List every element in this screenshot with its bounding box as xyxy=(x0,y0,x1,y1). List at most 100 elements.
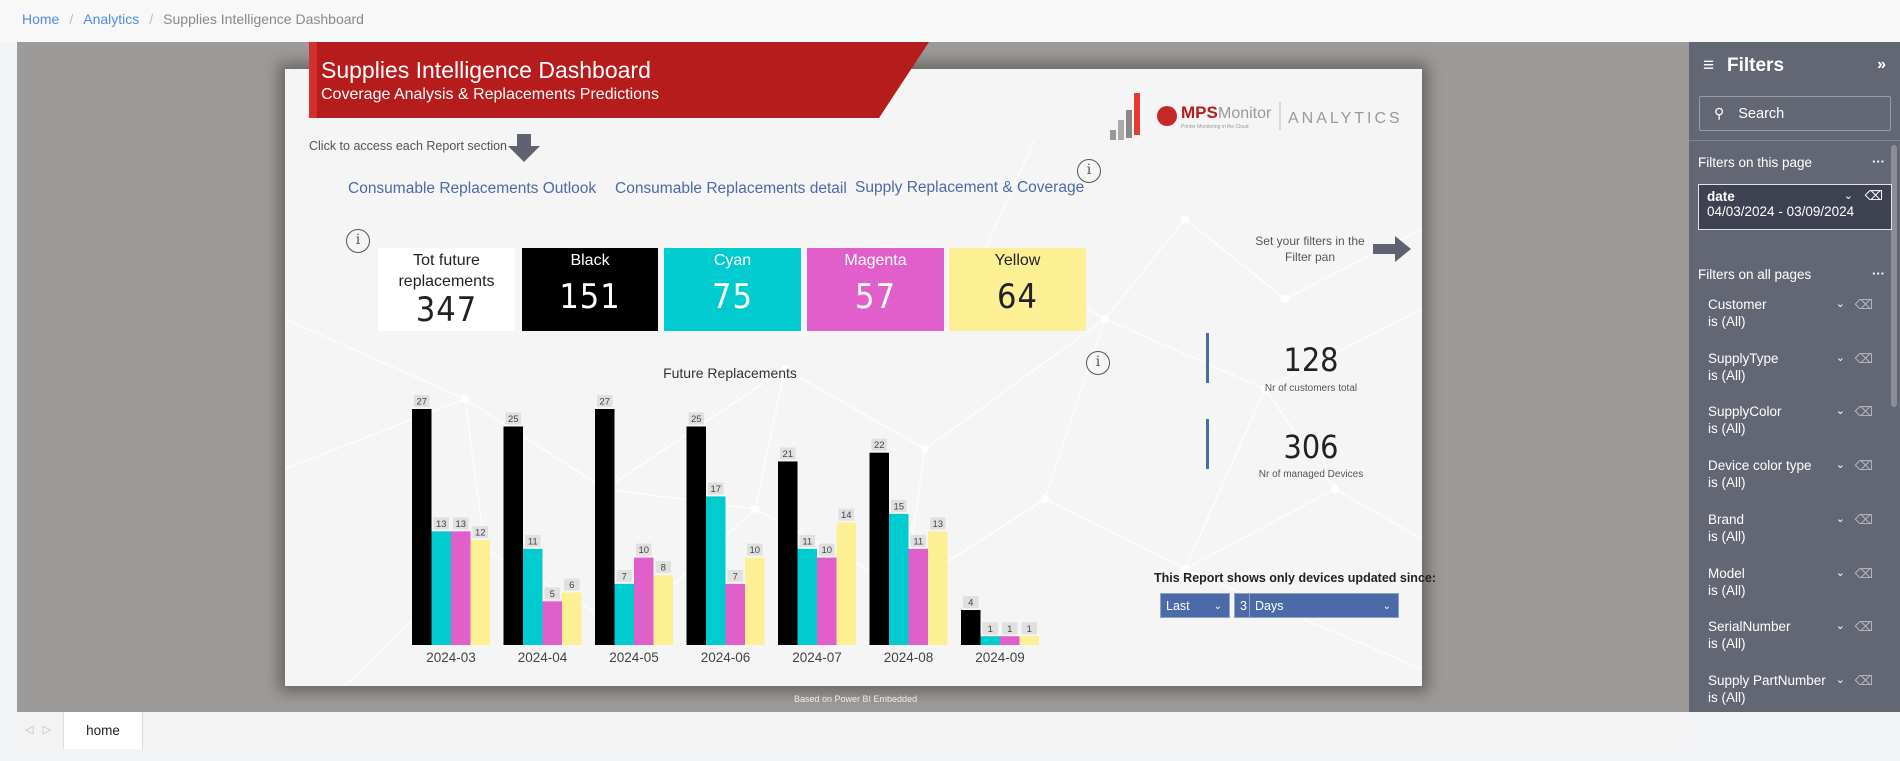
chevron-down-icon[interactable]: ⌄ xyxy=(1836,565,1845,582)
bar-black-2024-06[interactable] xyxy=(686,426,707,645)
clear-filter-icon[interactable]: ⌫ xyxy=(1855,672,1873,689)
bar-magenta-2024-03[interactable] xyxy=(451,531,471,645)
bar-magenta-2024-04[interactable] xyxy=(542,601,563,645)
nav-link-replacements-outlook[interactable]: Consumable Replacements Outlook xyxy=(348,180,596,198)
filter-card-device-color-type[interactable]: Device color type is (All) ⌄ ⌫ xyxy=(1708,457,1883,491)
filter-value: is (All) xyxy=(1708,582,1746,598)
kpi-cyan: Cyan 75 xyxy=(664,248,801,331)
bar-cyan-2024-08[interactable] xyxy=(889,513,909,645)
bar-yellow-2024-08[interactable] xyxy=(928,531,948,645)
bar-yellow-2024-09[interactable] xyxy=(1019,636,1040,645)
clear-filter-icon[interactable]: ⌫ xyxy=(1855,457,1873,474)
chevron-down-icon[interactable]: ⌄ xyxy=(1836,618,1845,635)
kpi-label: Cyan xyxy=(713,252,752,269)
bar-yellow-2024-03[interactable] xyxy=(470,540,491,645)
filter-value: 04/03/2024 - 03/09/2024 xyxy=(1707,204,1855,219)
more-options-icon[interactable]: ··· xyxy=(1872,266,1885,281)
bar-black-2024-09[interactable] xyxy=(961,610,981,645)
breadcrumb-home[interactable]: Home xyxy=(22,11,59,27)
x-tick-label: 2024-08 xyxy=(884,650,934,665)
bar-black-2024-07[interactable] xyxy=(778,461,798,645)
mps-monitor-logo: MPS Monitor Printer Monitoring in the Cl… xyxy=(1110,93,1403,140)
chevron-down-icon[interactable]: ⌄ xyxy=(1836,296,1845,313)
bar-yellow-2024-07[interactable] xyxy=(836,522,857,645)
filter-value: is (All) xyxy=(1708,475,1746,491)
filter-card-model[interactable]: Model is (All) ⌄ ⌫ xyxy=(1708,565,1883,599)
chevron-down-icon[interactable]: ⌄ xyxy=(1836,350,1845,367)
bar-magenta-2024-05[interactable] xyxy=(634,557,654,645)
bar-magenta-2024-09[interactable] xyxy=(1000,636,1020,645)
bar-magenta-2024-07[interactable] xyxy=(817,557,837,645)
x-tick-label: 2024-05 xyxy=(609,650,659,665)
collapse-pane-icon[interactable]: » xyxy=(1877,56,1886,74)
filter-card-brand[interactable]: Brand is (All) ⌄ ⌫ xyxy=(1708,511,1883,545)
tab-home[interactable]: home xyxy=(63,712,143,749)
filter-card-supply-partnumber[interactable]: Supply PartNumber is (All) ⌄ ⌫ xyxy=(1708,672,1883,706)
bar-black-2024-03[interactable] xyxy=(412,409,432,645)
filter-card-serialnumber[interactable]: SerialNumber is (All) ⌄ ⌫ xyxy=(1708,618,1883,652)
info-icon[interactable]: i xyxy=(1077,159,1101,183)
filter-value: is (All) xyxy=(1708,689,1746,705)
filters-search-input[interactable]: ⚲ Search xyxy=(1699,96,1891,131)
info-icon[interactable]: i xyxy=(346,229,370,253)
data-label: 11 xyxy=(802,536,812,547)
filter-card-supplytype[interactable]: SupplyType is (All) ⌄ ⌫ xyxy=(1708,350,1883,384)
dashboard-subtitle: Coverage Analysis & Replacements Predict… xyxy=(321,86,659,103)
logo-brand-text: Monitor xyxy=(1218,105,1272,122)
nav-link-supply-coverage[interactable]: Supply Replacement & Coverage xyxy=(855,179,1084,197)
bar-magenta-2024-06[interactable] xyxy=(725,583,746,645)
bar-cyan-2024-06[interactable] xyxy=(706,496,726,645)
kpi-label: Tot future replacements xyxy=(398,252,495,290)
more-options-icon[interactable]: ··· xyxy=(1872,154,1885,169)
bar-black-2024-04[interactable] xyxy=(503,426,524,645)
stat-value: 128 xyxy=(1283,341,1339,379)
bar-cyan-2024-04[interactable] xyxy=(523,548,543,645)
data-label: 7 xyxy=(622,571,627,582)
info-icon[interactable]: i xyxy=(1086,351,1110,375)
bar-black-2024-08[interactable] xyxy=(869,452,890,645)
next-tab-icon[interactable]: ▷ xyxy=(43,724,51,736)
clear-filter-icon[interactable]: ⌫ xyxy=(1855,403,1873,420)
bar-yellow-2024-05[interactable] xyxy=(653,575,674,645)
chevron-down-icon[interactable]: ⌄ xyxy=(1836,672,1845,689)
chevron-down-icon[interactable]: ⌄ xyxy=(1844,189,1853,202)
filter-card-supplycolor[interactable]: SupplyColor is (All) ⌄ ⌫ xyxy=(1708,403,1883,437)
bar-cyan-2024-03[interactable] xyxy=(431,531,452,645)
previous-tab-icon[interactable]: ◁ xyxy=(25,724,33,736)
chevron-down-icon[interactable]: ⌄ xyxy=(1836,457,1845,474)
updated-mode-value: Last xyxy=(1166,599,1190,613)
chevron-down-icon[interactable]: ⌄ xyxy=(1836,511,1845,528)
bar-yellow-2024-06[interactable] xyxy=(745,557,765,645)
data-label: 1 xyxy=(988,624,993,635)
updated-unit-select[interactable]: Days ⌄ xyxy=(1249,593,1399,618)
clear-filter-icon[interactable]: ⌫ xyxy=(1855,618,1873,635)
filters-pane-title: Filters xyxy=(1727,55,1785,76)
kpi-value: 57 xyxy=(855,277,896,317)
top-bar: Home / Analytics / Supplies Intelligence Das… xyxy=(0,0,1900,42)
bar-cyan-2024-07[interactable] xyxy=(797,548,818,645)
bar-cyan-2024-09[interactable] xyxy=(980,636,1001,645)
section-filters-this-page: Filters on this page xyxy=(1698,155,1813,170)
clear-filter-icon[interactable]: ⌫ xyxy=(1865,188,1883,204)
updated-mode-select[interactable]: Last ⌄ xyxy=(1160,593,1230,618)
bar-yellow-2024-04[interactable] xyxy=(562,592,582,645)
stat-accent-bar xyxy=(1206,333,1209,383)
bar-cyan-2024-05[interactable] xyxy=(614,583,635,645)
clear-filter-icon[interactable]: ⌫ xyxy=(1855,511,1873,528)
bar-magenta-2024-08[interactable] xyxy=(908,548,929,645)
data-label: 10 xyxy=(749,545,760,556)
data-label: 11 xyxy=(913,536,923,547)
logo-product-text: ANALYTICS xyxy=(1288,110,1403,127)
updated-since-label: This Report shows only devices updated s… xyxy=(1154,571,1437,585)
clear-filter-icon[interactable]: ⌫ xyxy=(1855,565,1873,582)
chevron-down-icon[interactable]: ⌄ xyxy=(1836,403,1845,420)
breadcrumb-analytics[interactable]: Analytics xyxy=(83,11,139,27)
bar-black-2024-05[interactable] xyxy=(595,409,615,645)
data-label: 15 xyxy=(893,501,904,512)
filter-card-customer[interactable]: Customer is (All) ⌄ ⌫ xyxy=(1708,296,1883,330)
clear-filter-icon[interactable]: ⌫ xyxy=(1855,296,1873,313)
nav-link-replacements-detail[interactable]: Consumable Replacements detail xyxy=(615,180,847,198)
filter-card-date[interactable]: date 04/03/2024 - 03/09/2024 ⌄ ⌫ xyxy=(1698,184,1892,230)
clear-filter-icon[interactable]: ⌫ xyxy=(1855,350,1873,367)
data-label: 27 xyxy=(599,397,610,408)
